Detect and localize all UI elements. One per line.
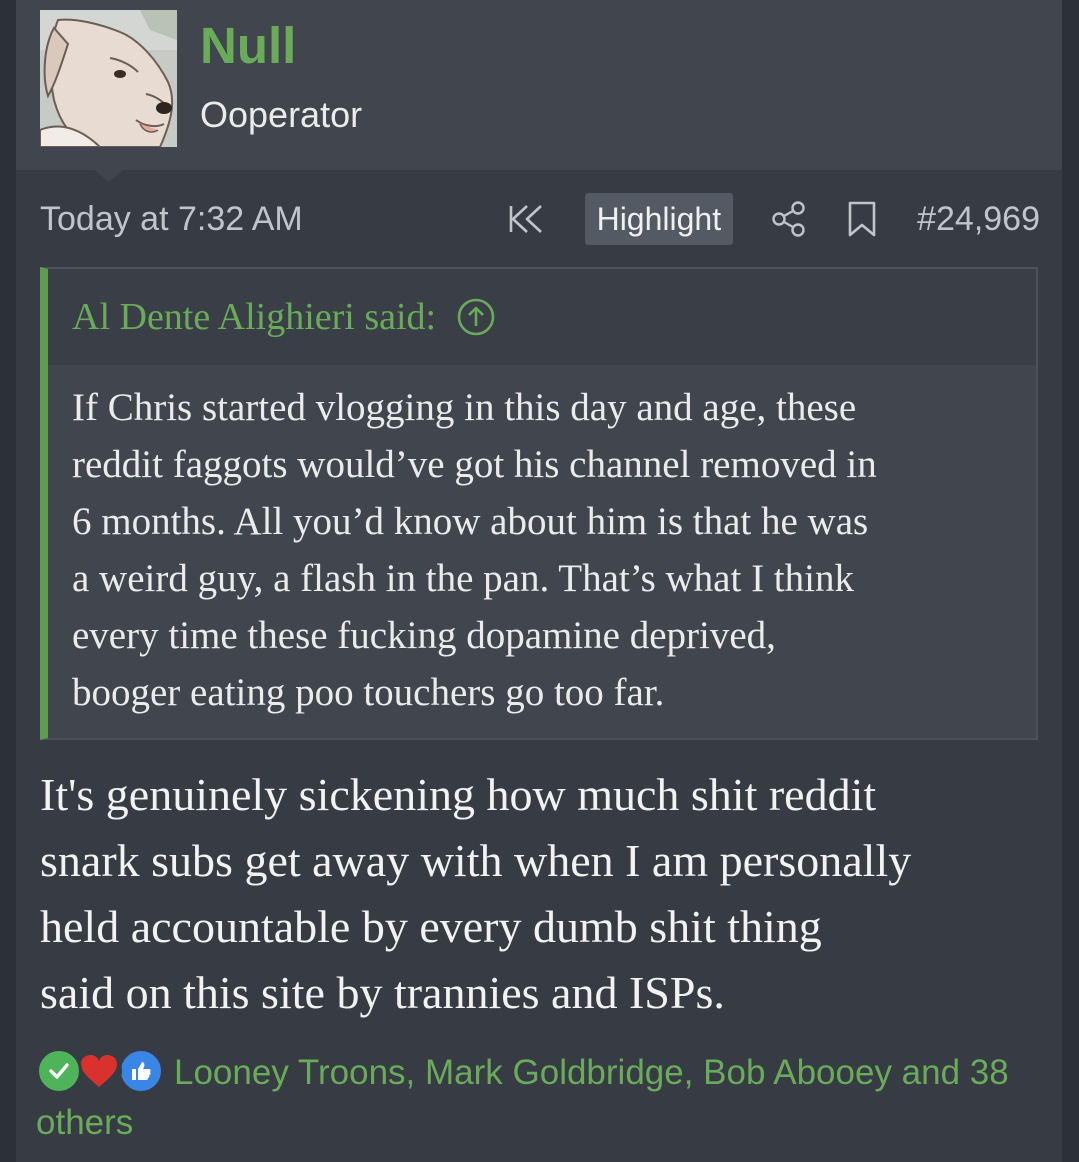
header-pointer [95,170,123,182]
post-message: It's genuinely sickening how much shit r… [40,769,912,1018]
quote-text: If Chris started vlogging in this day an… [72,386,877,714]
quote-header: Al Dente Alighieri said: [48,269,1036,365]
check-icon [36,1048,82,1094]
share-icon[interactable] [771,200,807,238]
reaction-icons[interactable] [36,1044,176,1096]
heart-icon [76,1048,122,1094]
post-timestamp[interactable]: Today at 7:32 AM [40,196,303,242]
avatar[interactable] [40,10,177,147]
quote-block: Al Dente Alighieri said: If Chris starte… [40,267,1038,740]
post-container: Null Ooperator Today at 7:32 AM Highligh… [16,0,1062,1162]
post-toolbar: Highlight #24,969 [507,192,1040,246]
dog-avatar-icon [40,10,177,147]
highlight-button[interactable]: Highlight [584,193,734,245]
rewind-icon[interactable] [507,202,547,236]
post-number-link[interactable]: #24,969 [917,200,1040,239]
username[interactable]: Null [200,16,296,76]
user-header: Null Ooperator [16,0,1062,170]
reaction-users-text[interactable]: Looney Troons, Mark Goldbridge, Bob Aboo… [36,1048,1046,1148]
bookmark-icon[interactable] [847,200,877,238]
quote-author[interactable]: Al Dente Alighieri said: [72,295,436,339]
user-title: Ooperator [200,94,363,135]
arrow-up-circle-icon[interactable] [456,297,496,337]
thumbs-up-icon [118,1048,164,1094]
